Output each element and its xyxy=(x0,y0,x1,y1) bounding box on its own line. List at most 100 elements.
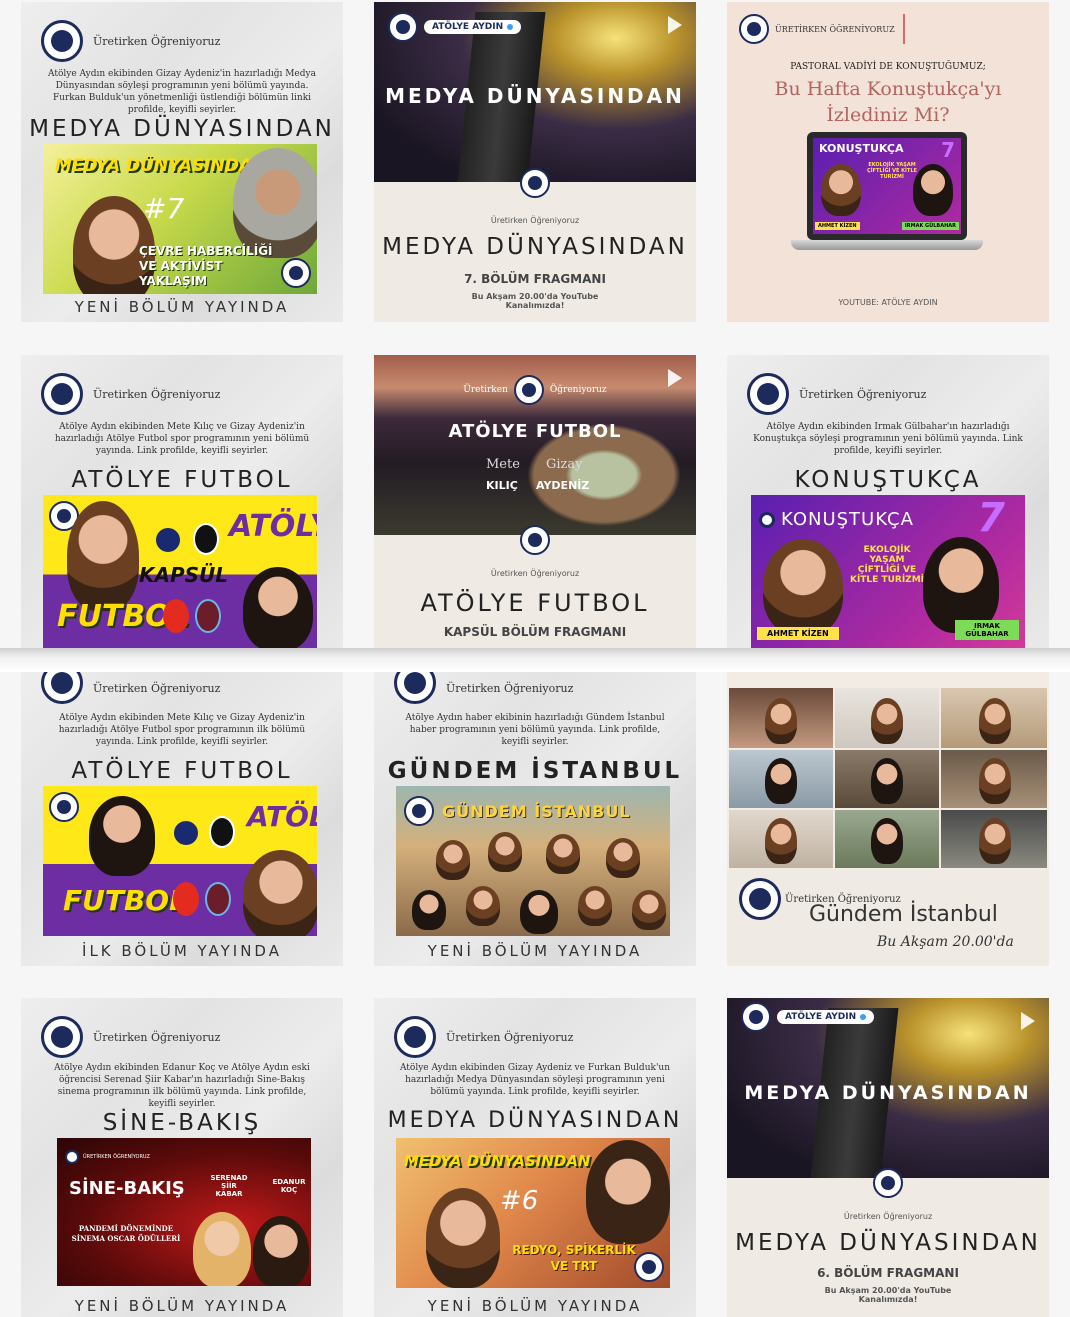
university-logo-icon xyxy=(41,373,83,415)
banner-title: GÜNDEM İSTANBUL xyxy=(442,801,631,821)
host-photo xyxy=(913,164,953,216)
post-gundem-istanbul-zoom[interactable]: Üretirken Öğreniyoruz Gündem İstanbul Bu… xyxy=(727,672,1049,966)
banner-subtitle: EKOLOJİK YAŞAM ÇİFTLİĞİ VE KİTLE TURİZMİ xyxy=(849,545,925,585)
guest-photo xyxy=(763,539,843,635)
script-note: Bu Akşam 20.00'da xyxy=(877,934,1014,950)
participant-tile xyxy=(835,688,939,748)
hero-image: ATÖLYE AYDIN MEDYA DÜNYASINDAN xyxy=(727,998,1049,1178)
banner-title: SİNE-BAKIŞ xyxy=(69,1178,185,1199)
atolye-aydin-chip: ATÖLYE AYDIN xyxy=(424,20,522,34)
post-konustukca-7[interactable]: Üretirken Öğreniyoruz Atölye Aydın ekibi… xyxy=(727,355,1049,648)
guest-photo xyxy=(233,148,317,258)
post-description: Atölye Aydın haber ekibinin hazırladığı … xyxy=(405,713,665,747)
laptop-screen: KONUŞTUKÇA 7 EKOLOJİK YAŞAM ÇİFTLİĞİ VE … xyxy=(807,132,967,240)
post-footer: YENİ BÖLÜM YAYINDA xyxy=(74,298,290,316)
post-title: ATÖLYE FUTBOL xyxy=(71,467,293,493)
guest2-name: EDANUR KOÇ xyxy=(272,1178,306,1194)
post-gundem-istanbul[interactable]: Üretirken Öğreniyoruz Atölye Aydın haber… xyxy=(374,672,696,966)
guest-photo xyxy=(821,164,861,216)
guest-name: AHMET KİZEN xyxy=(757,627,839,640)
post-title: KONUŞTUKÇA xyxy=(794,467,982,493)
post-atolye-futbol-kapsul[interactable]: Üretirken Öğreniyoruz Atölye Aydın ekibi… xyxy=(21,355,343,648)
banner-title: MEDYA DÜNYASINDAN xyxy=(55,156,267,176)
participant-tile xyxy=(941,810,1047,868)
post-header: Üretirken Öğreniyoruz xyxy=(394,672,573,704)
post-medya-dunyasindan-6[interactable]: Üretirken Öğreniyoruz Atölye Aydın ekibi… xyxy=(374,998,696,1317)
participant-tile xyxy=(729,688,833,748)
post-konustukca-reminder[interactable]: ÜRETİRKEN ÖĞRENİYORUZ PASTORAL VADİYİ DE… xyxy=(727,2,1049,322)
post-description: Atölye Aydın ekibinden Mete Kılıç ve Giz… xyxy=(58,713,306,747)
post-header: Üretirken Öğreniyoruz xyxy=(41,672,220,704)
reporter-photo-2 xyxy=(488,832,522,872)
participant-tile xyxy=(729,750,833,808)
brand-label: Üretirken Öğreniyoruz xyxy=(490,569,580,578)
post-header: Üretirken Öğreniyoruz xyxy=(41,1016,220,1058)
galatasaray-badge-icon xyxy=(173,882,199,916)
post-title: MEDYA DÜNYASINDAN xyxy=(29,116,335,142)
galatasaray-badge-icon xyxy=(163,599,189,633)
video-play-icon[interactable] xyxy=(1021,1012,1035,1030)
headline: Bu Hafta Konuştukça'yı İzlediniz Mi? xyxy=(774,78,1002,126)
video-play-icon[interactable] xyxy=(668,369,682,387)
participant-tile xyxy=(941,688,1047,748)
screen-subtitle: EKOLOJİK YAŞAM ÇİFTLİĞİ VE KİTLE TURİZMİ xyxy=(867,162,917,180)
banner-episode-number: 7 xyxy=(977,495,1005,541)
host-photo xyxy=(923,537,999,633)
episode-banner: GÜNDEM İSTANBUL xyxy=(396,786,670,936)
banner-title: MEDYA DÜNYASINDAN xyxy=(404,1152,591,1170)
banner-logo-icon xyxy=(49,792,79,822)
brand-label: Üretirken Öğreniyoruz xyxy=(799,387,927,401)
brand-label: Üretirken Öğreniyoruz xyxy=(843,1212,933,1221)
university-logo-icon xyxy=(739,878,781,920)
brand-label: Üretirken Öğreniyoruz xyxy=(93,681,221,695)
episode-banner: MEDYA DÜNYASINDAN #7 ÇEVRE HABERCİLİĞİ V… xyxy=(43,144,317,294)
host2-last-name: AYDENİZ xyxy=(536,479,590,492)
post-title: MEDYA DÜNYASINDAN xyxy=(735,1230,1041,1256)
post-header: Üretirken Öğreniyoruz xyxy=(747,373,926,415)
brand-label: ÜRETİRKEN ÖĞRENİYORUZ xyxy=(775,24,895,34)
episode-banner: KONUŞTUKÇA 7 EKOLOJİK YAŞAM ÇİFTLİĞİ VE … xyxy=(751,495,1025,648)
participant-tile xyxy=(941,750,1047,808)
banner-subtitle: REDYO, SPİKERLİK VE TRT xyxy=(512,1243,636,1273)
host-name: IRMAK GÜLBAHAR xyxy=(955,620,1019,640)
brand-label: Üretirken Öğreniyoruz xyxy=(93,1030,221,1044)
episode-number: #6 xyxy=(500,1186,539,1216)
banner-title: KONUŞTUKÇA xyxy=(781,509,914,530)
banner-logo-icon xyxy=(759,511,775,528)
brand-left: Üretirken xyxy=(463,385,508,395)
episode-banner: ATÖLYE KAPSÜL FUTBOL xyxy=(43,495,317,648)
post-atolye-futbol-ilk[interactable]: Üretirken Öğreniyoruz Atölye Aydın ekibi… xyxy=(21,672,343,966)
post-footer: YOUTUBE: ATÖLYE AYDIN xyxy=(838,298,938,307)
guest2-photo xyxy=(253,1216,309,1286)
post-title: MEDYA DÜNYASINDAN xyxy=(387,1108,683,1133)
center-logo-icon xyxy=(520,525,550,555)
video-call-grid xyxy=(727,672,1049,870)
host1-last-name: KILIÇ xyxy=(486,479,518,492)
video-play-icon[interactable] xyxy=(668,16,682,34)
university-logo-icon xyxy=(394,1016,436,1058)
post-medya-dunyasindan-7[interactable]: Üretirken Öğreniyoruz Atölye Aydın ekibi… xyxy=(21,2,343,322)
post-sine-bakis[interactable]: Üretirken Öğreniyoruz Atölye Aydın ekibi… xyxy=(21,998,343,1317)
atolye-aydin-chip: ATÖLYE AYDIN xyxy=(777,1010,875,1024)
reporter-photo-3 xyxy=(546,834,580,874)
post-medya-fragman-7[interactable]: ATÖLYE AYDIN MEDYA DÜNYASINDAN Üretirken… xyxy=(374,2,696,322)
screenshot-seam xyxy=(0,648,1070,672)
guest-photo xyxy=(586,1140,670,1244)
post-description: Atölye Aydın ekibinden Gizay Aydeniz ve … xyxy=(399,1063,671,1097)
post-atolye-futbol-fragman[interactable]: Üretirken Öğreniyoruz ATÖLYE FUTBOL Mete… xyxy=(374,355,696,648)
university-logo-icon xyxy=(388,12,418,42)
center-logo-icon xyxy=(520,168,550,198)
post-description: Atölye Aydın ekibinden Edanur Koç ve Atö… xyxy=(54,1063,310,1109)
post-medya-fragman-6[interactable]: ATÖLYE AYDIN MEDYA DÜNYASINDAN Üretirken… xyxy=(727,998,1049,1317)
reporter-photo-8 xyxy=(578,886,612,926)
university-logo-icon xyxy=(394,672,436,704)
university-logo-icon xyxy=(41,20,83,62)
episode-banner: MEDYA DÜNYASINDAN #6 REDYO, SPİKERLİK VE… xyxy=(396,1138,670,1288)
post-title: SİNE-BAKIŞ xyxy=(102,1110,262,1136)
post-subtitle: 7. BÖLÜM FRAGMANI xyxy=(464,272,606,286)
post-title: MEDYA DÜNYASINDAN xyxy=(382,234,688,260)
post-title: Gündem İstanbul xyxy=(809,902,998,927)
host1-first-name: Mete xyxy=(486,457,520,472)
guest-name: AHMET KİZEN xyxy=(815,222,860,230)
hero-image: ATÖLYE AYDIN MEDYA DÜNYASINDAN xyxy=(374,2,696,182)
